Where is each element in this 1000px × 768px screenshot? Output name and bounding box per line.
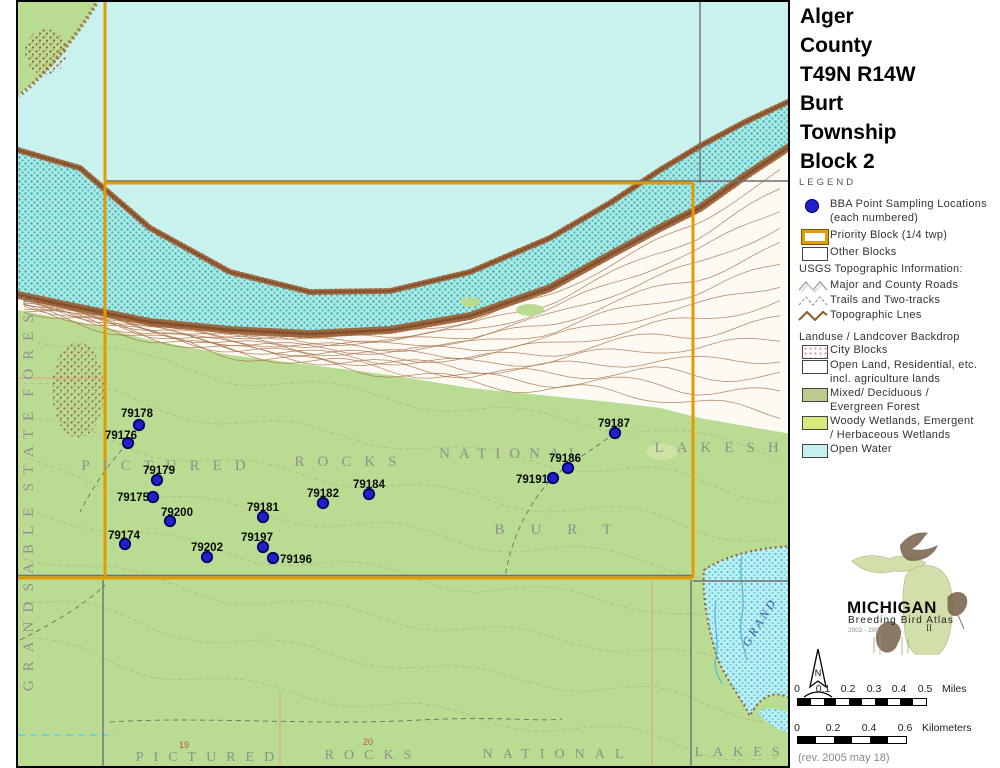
green-island	[460, 297, 480, 307]
legend-label: City Blocks	[830, 344, 888, 358]
logo-subtitle: Breeding Bird Atlas	[848, 615, 954, 626]
page: PICTURED ROCKS NATIONAL LAKESHO BURT FOREST ST…	[0, 0, 1000, 768]
tick-label: 0.4	[862, 722, 877, 734]
legend-heading: LEGEND	[799, 177, 856, 188]
map-word-label: SABLE	[21, 499, 37, 592]
map-word-label: LAKES	[694, 745, 788, 760]
tick-label: 0.6	[898, 722, 913, 734]
bba-point-label: 79200	[161, 507, 193, 519]
map-word-label: GRAND	[21, 593, 37, 691]
legend-label: BBA Point Sampling Locations	[830, 198, 987, 212]
other-blocks-swatch	[802, 247, 828, 261]
section-number: 19	[179, 740, 189, 750]
logo-numeral: II	[926, 623, 932, 633]
north-label: N	[815, 668, 822, 678]
priority-block-swatch	[802, 230, 828, 244]
legend-label: Open Water	[830, 443, 892, 457]
bba-point-label: 79186	[549, 453, 581, 465]
bba-point-label: 79191	[516, 474, 549, 486]
bba-point-label: 79181	[247, 502, 280, 514]
km-scale-bar	[797, 736, 907, 744]
map-word-label: FOREST	[21, 287, 37, 397]
title-line: Block 2	[800, 147, 916, 176]
hawk-icon	[900, 533, 938, 562]
tick-label: 0	[794, 683, 800, 695]
revision-note: (rev. 2005 may 18)	[798, 752, 890, 764]
legend-label: (each numbered)	[830, 212, 987, 226]
legend-label: Evergreen Forest	[830, 401, 929, 415]
bba-point-79178	[134, 420, 144, 430]
side-panel: Alger County T49N R14W Burt Township Blo…	[790, 0, 1000, 768]
map-word-label: PICTURED	[136, 750, 284, 765]
map-word-label: NATIONAL	[483, 747, 634, 762]
title-line: Burt	[800, 89, 916, 118]
mixed-forest-swatch	[802, 388, 828, 402]
city-blocks-swatch	[802, 345, 828, 359]
trails-line-icon	[798, 293, 828, 309]
km-scale-labels: 0 0.2 0.4 0.6 Kilometers	[790, 722, 1000, 734]
map-word-label: STATE	[21, 403, 37, 492]
legend-label: Open Land, Residential, etc.	[830, 359, 977, 373]
bba-point-label: 79178	[121, 408, 154, 420]
tick-label: 0	[794, 722, 800, 734]
open-land-swatch	[802, 360, 828, 374]
woody-wetlands-swatch	[802, 416, 828, 430]
dune-bank-patch	[52, 342, 104, 438]
bba-point-legend-icon	[805, 199, 819, 213]
bba-point-label: 79176	[105, 430, 137, 442]
legend-label: Topographic Lnes	[830, 309, 922, 323]
tick-label: 0.5	[918, 683, 933, 695]
map-word-label: LAKESHO	[655, 440, 789, 456]
bba-point-79175	[148, 492, 158, 502]
bba-point-label: 79182	[307, 488, 339, 500]
tick-label: 0.4	[892, 683, 907, 695]
map-word-label: ROCKS	[325, 748, 422, 763]
bba-point-label: 79175	[117, 492, 150, 504]
green-island	[516, 304, 544, 316]
roads-line-icon	[798, 278, 828, 294]
scale-unit: Kilometers	[922, 722, 972, 734]
legend-label: Mixed/ Deciduous /	[830, 387, 929, 401]
bba-point-label: 79187	[598, 418, 630, 430]
topo-map: PICTURED ROCKS NATIONAL LAKESHO BURT FOREST ST…	[18, 2, 788, 766]
map-frame: PICTURED ROCKS NATIONAL LAKESHO BURT FOREST ST…	[16, 0, 790, 768]
legend-label: / Herbaceous Wetlands	[830, 429, 974, 443]
tick-label: 0.2	[841, 683, 856, 695]
bba-point-label: 79202	[191, 542, 223, 554]
title-line: Alger	[800, 2, 916, 31]
title-line: Township	[800, 118, 916, 147]
bba-point-label: 79179	[143, 465, 175, 477]
map-word-label: ROCKS	[294, 454, 409, 470]
legend-label: Priority Block (1/4 twp)	[830, 229, 947, 243]
mbba-logo-art	[790, 525, 1000, 655]
title-line: County	[800, 31, 916, 60]
landuse-heading: Landuse / Landcover Backdrop	[799, 331, 1000, 343]
legend-label: Woody Wetlands, Emergent	[830, 415, 974, 429]
bba-point-label: 79174	[108, 530, 141, 542]
open-water-swatch	[802, 444, 828, 458]
legend-label: Trails and Two-tracks	[830, 294, 940, 308]
legend-label: Other Blocks	[830, 246, 897, 260]
legend-label: Major and County Roads	[830, 279, 958, 293]
map-title: Alger County T49N R14W Burt Township Blo…	[800, 2, 916, 176]
bba-point-79196	[268, 553, 278, 563]
map-word-label: BURT	[494, 522, 637, 538]
miles-scale-labels: 0 0.1 0.2 0.3 0.4 0.5 Miles	[790, 683, 1000, 695]
usgs-heading: USGS Topographic Information:	[799, 263, 1000, 275]
miles-scale-bar	[797, 698, 927, 706]
logo-years: 2002 - 2007	[848, 627, 883, 634]
bba-point-79191	[548, 473, 558, 483]
bba-point-label: 79196	[280, 554, 312, 566]
section-number: 20	[363, 737, 373, 747]
topo-line-icon	[798, 308, 828, 324]
tick-label: 0.2	[826, 722, 841, 734]
tick-label: 0.3	[867, 683, 882, 695]
bba-point-label: 79184	[353, 479, 386, 491]
bba-point-label: 79197	[241, 532, 273, 544]
title-line: T49N R14W	[800, 60, 916, 89]
legend-label: incl. agriculture lands	[830, 373, 977, 387]
scale-unit: Miles	[942, 683, 967, 695]
tick-label: 0.1	[816, 683, 831, 695]
